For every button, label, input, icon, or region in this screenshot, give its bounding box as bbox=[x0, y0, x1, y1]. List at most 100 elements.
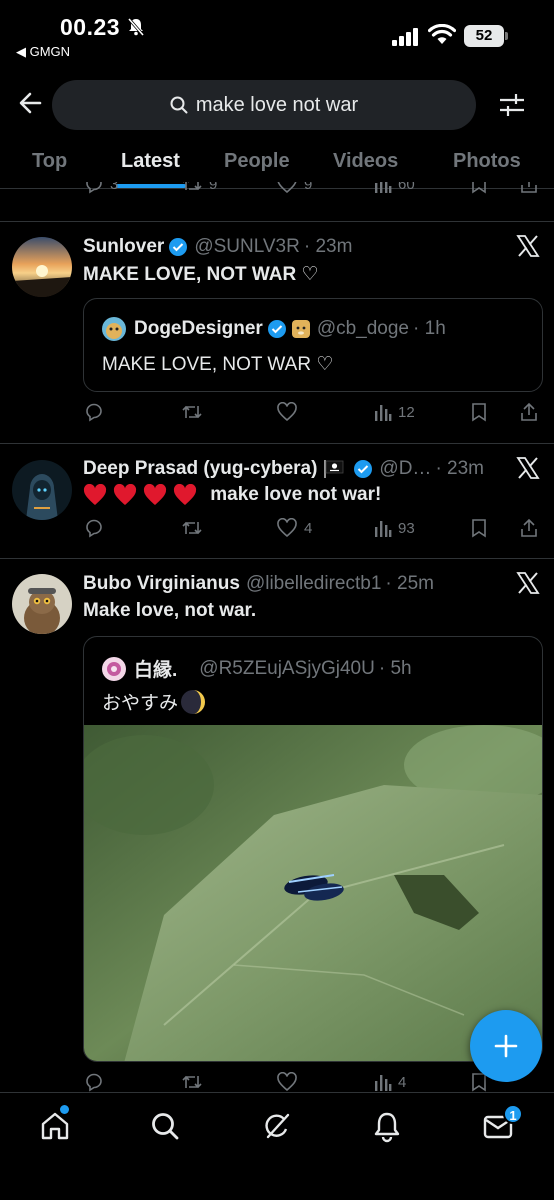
share-icon bbox=[521, 182, 537, 193]
quote-tweet[interactable]: DogeDesigner @cb_doge · 1h MAKE LOVE, NO… bbox=[83, 298, 543, 392]
author-name[interactable]: Deep Prasad (yug-cybera) bbox=[83, 458, 317, 480]
battery-nub bbox=[505, 32, 508, 40]
reply-button[interactable] bbox=[84, 402, 104, 422]
like-button[interactable]: 9 bbox=[276, 182, 312, 194]
messages-badge: 1 bbox=[503, 1104, 523, 1124]
avatar[interactable] bbox=[12, 460, 72, 520]
reply-icon bbox=[86, 182, 102, 194]
views-button[interactable]: 60 bbox=[374, 182, 415, 194]
tab-photos[interactable]: Photos bbox=[453, 150, 521, 173]
bookmark-button[interactable] bbox=[470, 402, 488, 422]
bookmark-icon bbox=[472, 182, 486, 194]
tweet-header: Bubo Virginianus @libelledirectb1 · 25m bbox=[83, 573, 434, 595]
author-handle[interactable]: @D… bbox=[379, 458, 431, 480]
quote-media-photo[interactable] bbox=[84, 725, 542, 1061]
quote-avatar bbox=[102, 317, 126, 341]
share-button[interactable] bbox=[519, 182, 539, 194]
quote-author-name: 白縁. bbox=[134, 660, 178, 681]
signal-icon bbox=[392, 28, 418, 46]
retweet-icon bbox=[183, 182, 202, 191]
retweet-button[interactable]: 9 bbox=[181, 182, 217, 194]
tweet-header: Sunlover @SUNLV3R · 23m bbox=[83, 236, 352, 258]
bookmark-icon bbox=[472, 519, 486, 538]
back-to-app-link[interactable]: ◀ GMGN bbox=[16, 44, 70, 60]
search-tabs: Top Latest People Videos Photos bbox=[0, 140, 554, 188]
pirate-flag-emoji-icon bbox=[324, 460, 344, 478]
view-count: 12 bbox=[398, 403, 415, 421]
compose-button[interactable] bbox=[470, 1010, 542, 1082]
back-arrow-icon[interactable] bbox=[16, 88, 46, 118]
tweet-divider bbox=[0, 221, 554, 222]
like-count: 9 bbox=[304, 182, 313, 193]
tweet-text: make love not war! bbox=[210, 484, 382, 506]
tab-latest[interactable]: Latest bbox=[121, 150, 180, 173]
author-handle[interactable]: @libelledirectb1 bbox=[246, 573, 381, 595]
quote-tweet[interactable]: 白縁. @R5ZEujASjyGj40U · 5h おやすみ bbox=[83, 636, 543, 1062]
like-button[interactable] bbox=[276, 402, 298, 422]
nav-home[interactable] bbox=[38, 1109, 72, 1143]
moon-emoji-icon bbox=[181, 689, 206, 714]
battery-indicator: 52 bbox=[464, 25, 504, 47]
search-input[interactable]: make love not war bbox=[52, 80, 476, 130]
status-time: 00.23 bbox=[60, 14, 121, 40]
red-heart-emoji-icon bbox=[173, 484, 197, 505]
home-notification-dot bbox=[60, 1105, 69, 1114]
nav-grok[interactable] bbox=[260, 1109, 294, 1143]
bookmark-button[interactable] bbox=[470, 182, 488, 194]
tweet-1-actions: 12 bbox=[0, 402, 554, 428]
bell-icon bbox=[374, 1112, 400, 1143]
bookmark-icon bbox=[472, 403, 486, 422]
view-count: 93 bbox=[398, 519, 415, 537]
doge-emoji-icon bbox=[291, 320, 310, 338]
reply-icon bbox=[86, 403, 102, 422]
views-chart-icon bbox=[375, 1075, 392, 1091]
retweet-button[interactable] bbox=[181, 402, 203, 422]
retweet-button[interactable] bbox=[181, 1072, 203, 1092]
avatar[interactable] bbox=[12, 574, 72, 634]
views-button[interactable]: 93 bbox=[374, 518, 415, 538]
reply-button[interactable] bbox=[84, 518, 104, 538]
verified-badge-icon bbox=[354, 460, 373, 478]
search-query: make love not war bbox=[195, 93, 359, 116]
share-button[interactable] bbox=[519, 402, 539, 422]
like-button[interactable]: 4 bbox=[276, 518, 312, 538]
retweet-button[interactable] bbox=[181, 518, 203, 538]
reply-button[interactable]: 3 bbox=[84, 182, 118, 194]
nav-notifications[interactable] bbox=[370, 1109, 404, 1143]
like-button[interactable] bbox=[276, 1072, 298, 1092]
quote-text-row: おやすみ bbox=[102, 688, 206, 715]
x-logo-icon bbox=[516, 235, 540, 257]
nav-search[interactable] bbox=[148, 1109, 182, 1143]
red-heart-emoji-icon bbox=[83, 484, 107, 505]
tweet-time: · 23m bbox=[435, 458, 485, 479]
search-filter-icon[interactable] bbox=[497, 90, 527, 120]
tweet-divider bbox=[0, 558, 554, 559]
share-button[interactable] bbox=[519, 518, 539, 538]
tweet-text: Make love, not war. bbox=[83, 600, 257, 621]
retweet-count: 9 bbox=[209, 182, 218, 193]
author-name[interactable]: Bubo Virginianus bbox=[83, 573, 240, 595]
tab-people[interactable]: People bbox=[224, 150, 290, 173]
reply-button[interactable] bbox=[84, 1072, 104, 1092]
tweet-2-actions: 4 93 bbox=[0, 518, 554, 544]
view-count: 4 bbox=[398, 1073, 407, 1091]
tab-top[interactable]: Top bbox=[32, 150, 67, 173]
author-name[interactable]: Sunlover bbox=[83, 236, 164, 258]
tweet-header: Deep Prasad (yug-cybera) @D… · 23m bbox=[83, 458, 484, 480]
views-chart-icon bbox=[375, 405, 392, 421]
bookmark-button[interactable] bbox=[470, 518, 488, 538]
retweet-icon bbox=[182, 1075, 202, 1089]
views-button[interactable]: 12 bbox=[374, 402, 415, 422]
tweet-divider bbox=[0, 443, 554, 444]
quote-avatar bbox=[102, 656, 126, 681]
views-button[interactable]: 4 bbox=[374, 1072, 406, 1092]
heart-icon bbox=[277, 1072, 297, 1092]
avatar[interactable] bbox=[12, 237, 72, 297]
tab-videos[interactable]: Videos bbox=[333, 150, 398, 173]
search-icon bbox=[170, 96, 188, 114]
verified-badge-icon bbox=[169, 238, 188, 256]
red-heart-emoji-icon bbox=[113, 484, 137, 505]
author-handle[interactable]: @SUNLV3R bbox=[194, 236, 300, 258]
bell-muted-icon bbox=[127, 18, 145, 36]
x-logo-icon bbox=[516, 457, 540, 479]
